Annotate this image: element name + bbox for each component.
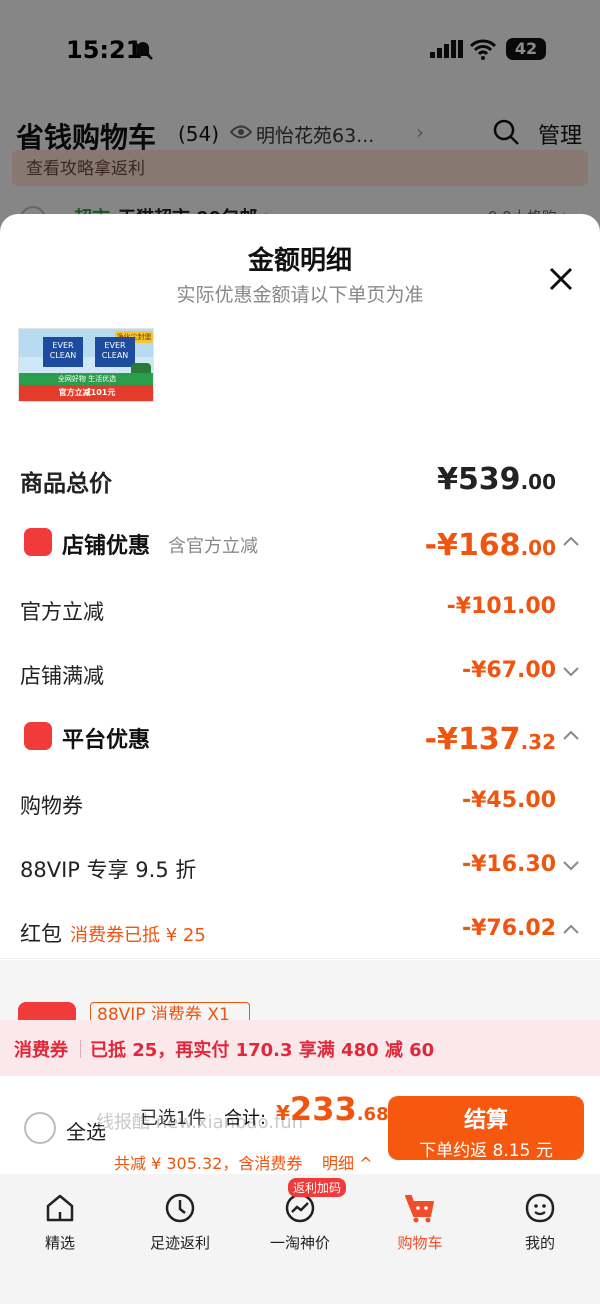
bottom-tab-bar: 精选 足迹返利 返利加码 一淘神价 购物车 我的	[0, 1174, 600, 1304]
red-packet-value: -¥76.02	[461, 916, 556, 941]
checkout-rebate: 下单约返 8.15 元	[419, 1141, 553, 1161]
total-label: 合计:	[224, 1108, 267, 1129]
store-discount-note: 含官方立减	[168, 536, 258, 557]
shopping-coupon-row: 购物券 -¥45.00	[0, 782, 600, 826]
total-price-row: 商品总价 ¥539.00	[0, 456, 600, 500]
platform-discount-label: 平台优惠	[62, 728, 151, 753]
store-discount-row[interactable]: 店铺优惠 含官方立减 -¥168.00	[0, 522, 600, 566]
thumb-box-right: EVER CLEAN	[95, 337, 135, 367]
platform-discount-row[interactable]: 平台优惠 -¥137.32	[0, 716, 600, 760]
cart-icon	[405, 1195, 434, 1223]
checkout-label: 结算	[463, 1108, 508, 1133]
tab-label: 足迹返利	[149, 1234, 210, 1252]
vip-discount-row[interactable]: 88VIP 专享 9.5 折 -¥16.30	[0, 846, 600, 890]
consumption-coupon-bar[interactable]: 消费券 已抵 25，再实付 170.3 享满 480 减 60	[0, 1020, 600, 1076]
red-packet-note: 消费券已抵 ¥ 25	[70, 925, 206, 946]
shopping-coupon-label: 购物券	[20, 794, 83, 818]
store-full-cut-row[interactable]: 店铺满减 -¥67.00	[0, 652, 600, 696]
chevron-down-icon[interactable]	[562, 858, 580, 872]
home-icon	[46, 1194, 74, 1222]
official-cut-label: 官方立减	[20, 600, 104, 624]
total-int: 233	[289, 1090, 357, 1128]
face-icon	[525, 1193, 555, 1223]
close-icon[interactable]	[544, 262, 578, 296]
tab-label: 我的	[524, 1234, 555, 1252]
product-thumbnail[interactable]: 净化尘封堡 EVER CLEAN EVER CLEAN 全网好物 生活优选 官方…	[18, 328, 154, 402]
platform-discount-int: 137	[457, 722, 521, 757]
consumption-text: 已抵 25，再实付 170.3 享满 480 减 60	[90, 1040, 435, 1061]
store-discount-label: 店铺优惠	[62, 534, 151, 559]
clock-icon	[165, 1193, 195, 1223]
store-discount-prefix: -¥	[424, 528, 458, 563]
tab-label: 购物车	[397, 1234, 443, 1252]
thumb-band-green: 全网好物 生活优选	[19, 373, 153, 385]
thumb-box-left: EVER CLEAN	[43, 337, 83, 367]
total-amount: ¥233.68	[276, 1090, 389, 1128]
total-price-label: 商品总价	[20, 471, 112, 497]
divider	[0, 958, 600, 959]
tab-badge: 返利加码	[288, 1178, 347, 1197]
store-full-cut-value: -¥67.00	[461, 658, 556, 683]
store-full-cut-label: 店铺满减	[20, 664, 104, 688]
sheet-subtitle: 实际优惠金额请以下单页为准	[176, 284, 424, 306]
red-packet-row[interactable]: 红包 消费券已抵 ¥ 25 -¥76.02	[0, 910, 600, 954]
chevron-up-icon[interactable]	[562, 534, 580, 548]
chevron-up-icon[interactable]	[562, 922, 580, 936]
platform-discount-prefix: -¥	[424, 722, 458, 757]
official-cut-row: 官方立减 -¥101.00	[0, 588, 600, 632]
store-icon	[24, 528, 52, 556]
platform-discount-dec: .32	[520, 730, 556, 754]
selected-count: 已选1件	[140, 1108, 206, 1129]
total-price-int: 539	[457, 462, 521, 497]
tab-deals[interactable]: 返利加码 一淘神价	[250, 1178, 350, 1256]
thumb-band-red: 官方立减101元	[19, 385, 153, 401]
tab-label: 一淘神价	[269, 1234, 330, 1252]
platform-icon	[24, 722, 52, 750]
tab-cart[interactable]: 购物车	[370, 1186, 470, 1256]
detail-toggle[interactable]: 明细 ^	[322, 1150, 373, 1174]
checkout-button[interactable]: 结算 下单约返 8.15 元	[388, 1096, 584, 1161]
sheet-title: 金额明细	[247, 246, 352, 276]
saving-text: 共减 ¥ 305.32，含消费券	[114, 1154, 303, 1173]
amount-detail-sheet: 金额明细 实际优惠金额请以下单页为准 净化尘封堡 EVER CLEAN EVER…	[0, 214, 600, 1304]
total-price-currency: ¥	[437, 462, 458, 497]
total-price-dec: .00	[520, 470, 556, 494]
store-discount-int: 168	[457, 528, 521, 563]
total-dec: .68	[356, 1104, 389, 1125]
select-all-checkbox[interactable]	[24, 1112, 56, 1144]
shopping-coupon-value: -¥45.00	[461, 788, 556, 813]
platform-discount-value: -¥137.32	[425, 722, 556, 757]
official-cut-value: -¥101.00	[446, 594, 556, 619]
tab-me[interactable]: 我的	[490, 1186, 590, 1256]
vip-discount-label: 88VIP 专享 9.5 折	[20, 858, 197, 882]
vip-discount-value: -¥16.30	[461, 852, 556, 877]
separator	[80, 1040, 81, 1058]
total-currency: ¥	[276, 1101, 290, 1125]
tab-featured[interactable]: 精选	[10, 1186, 110, 1256]
chevron-up-icon[interactable]	[562, 728, 580, 742]
store-discount-dec: .00	[520, 536, 556, 560]
consumption-tag: 消费券	[14, 1040, 68, 1061]
chevron-down-icon[interactable]	[562, 664, 580, 678]
red-packet-label: 红包	[20, 922, 62, 946]
tab-footprint[interactable]: 足迹返利	[130, 1186, 230, 1256]
store-discount-value: -¥168.00	[425, 528, 556, 563]
checkout-bar: 全选 线报酷 new.xianbao.fun 已选1件 合计: ¥233.68 …	[0, 1076, 600, 1174]
total-price-value: ¥539.00	[437, 462, 556, 497]
tab-label: 精选	[44, 1234, 75, 1252]
